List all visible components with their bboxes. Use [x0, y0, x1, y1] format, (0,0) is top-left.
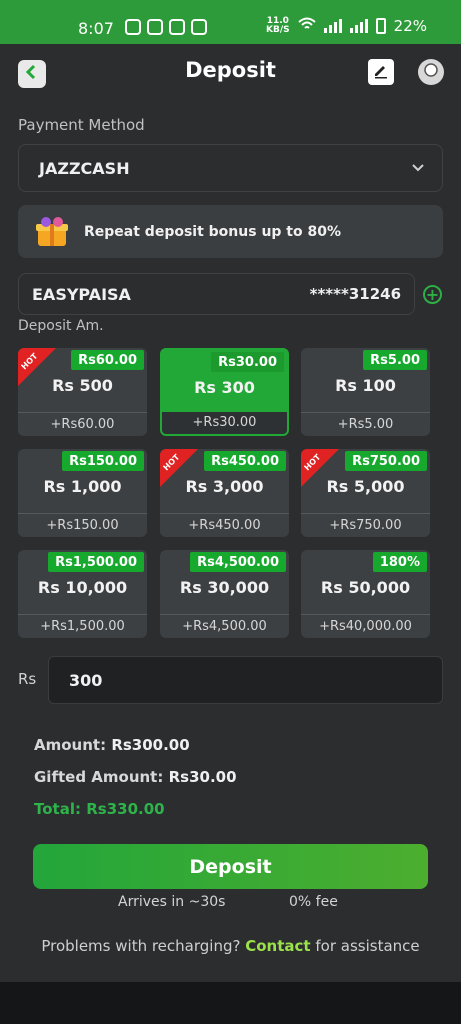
support-icon — [423, 62, 439, 82]
edit-button[interactable] — [368, 59, 394, 85]
summary-total-label: Total: — [34, 800, 81, 818]
amount-tile[interactable]: HOT Rs750.00 Rs 5,000 +Rs750.00 — [301, 449, 430, 537]
payment-method-value: JAZZCASH — [39, 158, 130, 178]
deposit-amount-label: Deposit Am. — [18, 318, 104, 334]
tile-gift: +Rs150.00 — [18, 513, 147, 537]
tile-amount: Rs 3,000 — [185, 477, 264, 496]
summary-amount-value: Rs300.00 — [111, 736, 190, 754]
amount-input[interactable]: 300 — [48, 656, 443, 704]
tile-amount: Rs 50,000 — [320, 578, 411, 597]
signal-icon — [323, 19, 342, 33]
tile-gift: +Rs40,000.00 — [301, 614, 430, 638]
tile-bonus-tag: Rs150.00 — [62, 451, 144, 471]
payment-method-select[interactable]: JAZZCASH — [18, 144, 443, 192]
currency-label: Rs — [18, 670, 37, 688]
tile-bonus-tag: Rs750.00 — [345, 451, 427, 471]
tile-gift: +Rs30.00 — [162, 412, 287, 434]
tile-amount: Rs 100 — [335, 376, 396, 395]
summary-gifted-value: Rs30.00 — [168, 768, 237, 786]
tile-bonus-tag: 180% — [372, 552, 427, 572]
top-bar: Deposit — [0, 44, 461, 102]
account-number: *****31246 — [309, 285, 401, 303]
help-text: Problems with recharging? Contact for as… — [0, 937, 461, 955]
tile-gift: +Rs5.00 — [301, 412, 430, 436]
contact-link[interactable]: Contact — [245, 937, 310, 955]
battery-level: 22% — [393, 17, 427, 35]
amount-tile[interactable]: 180% Rs 50,000 +Rs40,000.00 — [301, 550, 430, 638]
instagram-icon — [125, 19, 141, 35]
amount-tile[interactable]: Rs30.00 Rs 300 +Rs30.00 — [160, 348, 289, 436]
tile-gift: +Rs60.00 — [18, 412, 147, 436]
arrival-time: Arrives in ~30s — [118, 894, 226, 910]
summary-gifted-label: Gifted Amount: — [34, 768, 164, 786]
amount-tile[interactable]: Rs5.00 Rs 100 +Rs5.00 — [301, 348, 430, 436]
tile-amount: Rs 500 — [52, 376, 113, 395]
notification-icons — [125, 19, 207, 35]
tile-gift: +Rs1,500.00 — [18, 614, 147, 638]
network-speed: 11.0 KB/S — [266, 17, 290, 35]
wifi-icon — [297, 17, 316, 35]
deposit-button[interactable]: Deposit — [33, 844, 428, 889]
tile-amount: Rs 1,000 — [43, 477, 122, 496]
amount-tile[interactable]: Rs150.00 Rs 1,000 +Rs150.00 — [18, 449, 147, 537]
tile-bonus-tag: Rs30.00 — [211, 352, 284, 372]
mail-icon — [191, 19, 207, 35]
summary-amount: Amount: Rs300.00 — [34, 736, 190, 754]
status-right: 11.0 KB/S 22% — [266, 17, 427, 36]
image-icon — [147, 19, 163, 35]
amount-tile[interactable]: Rs4,500.00 Rs 30,000 +Rs4,500.00 — [160, 550, 289, 638]
edit-icon — [372, 61, 390, 83]
tile-amount: Rs 300 — [194, 378, 255, 397]
tile-gift: +Rs750.00 — [301, 513, 430, 537]
tile-bonus-tag: Rs4,500.00 — [190, 552, 286, 572]
status-bar: 8:07 11.0 KB/S 22% — [0, 0, 461, 44]
tile-bonus-tag: Rs5.00 — [363, 350, 427, 370]
tile-amount: Rs 10,000 — [37, 578, 128, 597]
amount-tile[interactable]: HOT Rs450.00 Rs 3,000 +Rs450.00 — [160, 449, 289, 537]
bonus-text: Repeat deposit bonus up to 80% — [84, 223, 341, 240]
tile-amount: Rs 30,000 — [179, 578, 270, 597]
account-field[interactable]: EASYPAISA *****31246 — [18, 273, 415, 315]
plus-icon: + — [425, 284, 440, 304]
signal-icon-2 — [349, 19, 368, 33]
battery-icon — [375, 18, 386, 34]
tile-bonus-tag: Rs450.00 — [204, 451, 286, 471]
tile-amount: Rs 5,000 — [326, 477, 405, 496]
network-speed-unit: KB/S — [266, 25, 290, 35]
tile-gift: +Rs450.00 — [160, 513, 289, 537]
account-name: EASYPAISA — [32, 284, 131, 304]
gift-box-icon — [34, 216, 70, 252]
add-account-button[interactable]: + — [423, 285, 442, 304]
summary-total-value: Rs330.00 — [86, 800, 165, 818]
summary-amount-label: Amount: — [34, 736, 107, 754]
app-icon — [169, 19, 185, 35]
amount-input-value: 300 — [69, 670, 103, 690]
payment-method-label: Payment Method — [18, 116, 145, 134]
support-button[interactable] — [418, 59, 444, 85]
fee-text: 0% fee — [289, 894, 338, 910]
amount-tile[interactable]: HOT Rs60.00 Rs 500 +Rs60.00 — [18, 348, 147, 436]
summary-gifted: Gifted Amount: Rs30.00 — [34, 768, 237, 786]
bonus-banner: Repeat deposit bonus up to 80% — [18, 205, 443, 258]
help-suffix: for assistance — [315, 937, 420, 955]
amount-tile[interactable]: Rs1,500.00 Rs 10,000 +Rs1,500.00 — [18, 550, 147, 638]
chevron-down-icon — [410, 159, 426, 179]
summary-total: Total: Rs330.00 — [34, 800, 165, 818]
system-nav-bar — [0, 982, 461, 1024]
tile-bonus-tag: Rs60.00 — [71, 350, 144, 370]
help-prefix: Problems with recharging? — [41, 937, 241, 955]
tile-bonus-tag: Rs1,500.00 — [48, 552, 144, 572]
tile-gift: +Rs4,500.00 — [160, 614, 289, 638]
status-time: 8:07 — [78, 19, 114, 38]
